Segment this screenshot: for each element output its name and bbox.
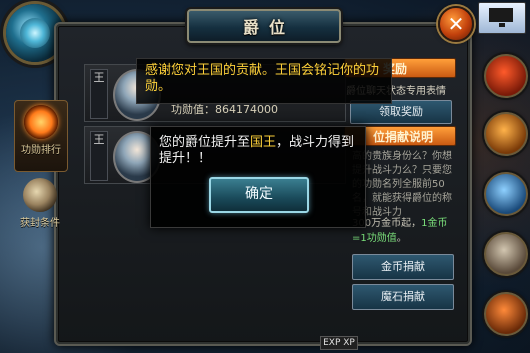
donation-text: 高的贵族身份么？你想提升战斗力么？只要您的功勋名列全服前50名，就能获得爵位的称… [352,151,452,218]
tab-merit-ranking[interactable]: 功勋排行 [14,100,68,172]
promotion-popup: 您的爵位提升至国王，战斗力得到提升！！ 确定 [150,126,366,228]
tab-label: 获封条件 [20,218,60,229]
donation-info: 300万金币起，1金币=1功勋值。 [352,214,456,244]
tab-label: 功勋排行 [21,145,61,156]
exp-bar: EXP XP [320,336,358,350]
rank-tag: 王 [90,131,108,181]
right-action-bar [478,48,530,348]
gear-icon[interactable] [484,292,528,336]
monitor-stand [499,23,505,27]
monitor-screen [489,8,513,22]
popup-rank: 国王 [250,135,277,150]
merit-label: 功勋值： [171,103,215,116]
chat-bubble: 感谢您对王国的贡献。王国会铭记你的功勋。 [136,58,392,104]
close-icon: ✕ [447,12,465,36]
merit-number: 864174000 [215,103,278,116]
close-button[interactable]: ✕ [438,6,474,42]
stone-donate-button[interactable]: 魔石捐献 [352,284,454,310]
gold-donate-button[interactable]: 金币捐献 [352,254,454,280]
side-tabs: 功勋排行 获封条件 [14,92,68,342]
shield-icon[interactable] [484,172,528,216]
confirm-button[interactable]: 确定 [209,177,309,213]
window-title-plate: 爵位 [187,9,341,43]
popup-message: 您的爵位提升至国王，战斗力得到提升！！ [159,135,359,167]
scroll-icon[interactable] [484,232,528,276]
orb-core [20,18,50,48]
tab-title-conditions[interactable]: 获封条件 [14,174,66,244]
beast-icon [23,178,57,212]
window-title: 爵位 [242,18,295,37]
donation-info-suffix: 。 [396,233,407,244]
sun-icon [24,105,58,139]
popup-msg-prefix: 您的爵位提升至 [159,135,251,150]
monitor-icon[interactable] [478,2,526,34]
warrior-icon[interactable] [484,112,528,156]
helmet-icon[interactable] [484,54,528,98]
rank-tag: 王 [90,69,108,119]
